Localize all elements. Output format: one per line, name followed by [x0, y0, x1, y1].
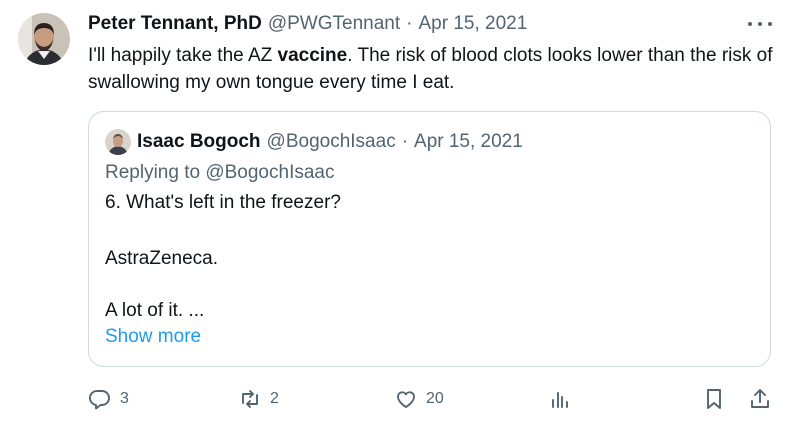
share-icon: [751, 389, 769, 408]
author-avatar[interactable]: [18, 13, 70, 65]
quoted-tweet-card[interactable]: Isaac Bogoch @BogochIsaac · Apr 15, 2021…: [88, 111, 771, 367]
tweet-date[interactable]: Apr 15, 2021: [418, 13, 527, 35]
like-icon: [397, 391, 415, 408]
header-separator: ·: [406, 13, 413, 34]
replying-to: Replying to @BogochIsaac: [105, 162, 335, 183]
quoted-text-line: A lot of it. ...: [105, 300, 205, 321]
quoted-tweet-header: Isaac Bogoch @BogochIsaac · Apr 15, 2021: [105, 128, 523, 156]
bookmark-icon: [707, 389, 721, 409]
views-button[interactable]: [548, 386, 572, 412]
tweet-text-start: I'll happily take the AZ: [88, 45, 278, 66]
show-more-link[interactable]: Show more: [105, 324, 201, 350]
retweet-count: 2: [270, 390, 279, 407]
action-bar: 3 2 20: [88, 386, 778, 412]
retweet-icon: [242, 390, 258, 408]
views-icon: [552, 392, 568, 408]
bookmark-button[interactable]: [702, 386, 726, 412]
share-button[interactable]: [748, 386, 772, 412]
quoted-author-name: Isaac Bogoch: [137, 131, 261, 152]
quoted-author-handle: @BogochIsaac: [266, 131, 396, 152]
reply-button[interactable]: 3: [88, 386, 129, 412]
more-icon[interactable]: [748, 14, 772, 34]
reply-icon: [88, 390, 110, 410]
author-name[interactable]: Peter Tennant, PhD: [88, 13, 262, 35]
like-button[interactable]: 20: [394, 386, 444, 412]
retweet-button[interactable]: 2: [238, 386, 279, 412]
tweet-text: I'll happily take the AZ vaccine. The ri…: [88, 42, 778, 96]
tweet-header: Peter Tennant, PhD @PWGTennant · Apr 15,…: [88, 12, 527, 36]
quoted-text-line: AstraZeneca.: [105, 248, 218, 269]
reply-count: 3: [120, 390, 129, 407]
author-handle[interactable]: @PWGTennant: [268, 13, 400, 35]
quoted-tweet-date: Apr 15, 2021: [414, 131, 523, 152]
quoted-text-line: 6. What's left in the freezer?: [105, 192, 341, 213]
quoted-header-separator: ·: [401, 131, 409, 152]
tweet-text-bold: vaccine: [277, 45, 348, 66]
quoted-author-avatar: [105, 129, 131, 155]
like-count: 20: [426, 390, 444, 407]
